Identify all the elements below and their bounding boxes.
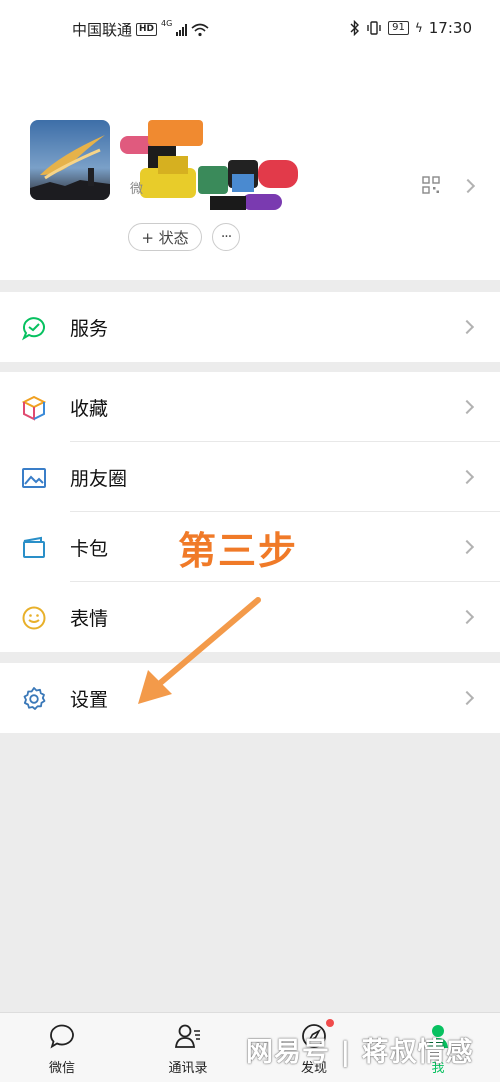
chat-icon: [50, 1024, 74, 1049]
vibrate-icon: [367, 21, 381, 35]
battery-level: 91: [388, 21, 409, 35]
moments-icon: [22, 468, 46, 488]
avatar[interactable]: [30, 120, 110, 200]
annotation-arrow: [138, 597, 261, 704]
more-button[interactable]: ···: [212, 223, 240, 251]
tab-chats[interactable]: 微信: [12, 1013, 112, 1082]
carrier-name: 中国联通: [72, 21, 133, 39]
menu-label-service: 服务: [70, 318, 109, 340]
chevron-right-icon: [459, 399, 475, 415]
menu-item-moments[interactable]: 朋友圈: [0, 442, 500, 512]
notification-dot: [326, 1019, 334, 1027]
chevron-right-icon: [459, 469, 475, 485]
profile-chevron-icon[interactable]: [460, 178, 476, 194]
chevron-right-icon: [459, 690, 475, 706]
qrcode-icon[interactable]: [422, 176, 440, 194]
menu-item-service[interactable]: 服务: [0, 292, 500, 362]
status-bar: 中国联通 HD 4G 91 ϟ 17:30: [0, 0, 500, 60]
service-group: 服务: [0, 292, 500, 362]
tab-label: 通讯录: [168, 1061, 208, 1076]
chevron-right-icon: [459, 609, 475, 625]
signal-icon: [176, 23, 188, 36]
contacts-icon: [174, 1024, 200, 1048]
step-annotation: 第三步: [178, 529, 299, 573]
network-type: 4G: [161, 19, 173, 28]
hd-badge: HD: [136, 23, 158, 36]
menu-label-stickers: 表情: [70, 608, 109, 630]
menu-label-favorites: 收藏: [70, 398, 109, 420]
chevron-right-icon: [459, 539, 475, 555]
status-right: 91 ϟ 17:30: [350, 19, 472, 37]
bluetooth-icon: [350, 20, 360, 36]
watermark: 网易号 | 蒋叔情感: [246, 1037, 474, 1068]
add-status-button[interactable]: + 状态: [128, 223, 202, 251]
favorites-icon: [21, 395, 47, 421]
menu-label-cards: 卡包: [70, 538, 109, 560]
charging-icon: ϟ: [414, 21, 423, 35]
wechat-id-label: 微: [130, 182, 144, 197]
wifi-icon: [191, 23, 209, 36]
menu-label-moments: 朋友圈: [70, 468, 128, 490]
avatar-image: [30, 120, 110, 200]
gear-icon: [23, 687, 46, 710]
status-left: 中国联通 HD 4G: [72, 19, 209, 40]
smiley-icon: [22, 606, 46, 630]
menu-label-settings: 设置: [70, 689, 109, 711]
tab-contacts[interactable]: 通讯录: [138, 1013, 238, 1082]
card-wallet-icon: [23, 536, 45, 558]
clock: 17:30: [428, 19, 472, 37]
menu-item-favorites[interactable]: 收藏: [0, 372, 500, 442]
obscured-nickname: [120, 120, 298, 210]
chevron-right-icon: [459, 319, 475, 335]
service-icon: [21, 317, 45, 341]
tab-label: 微信: [48, 1061, 75, 1076]
profile-header[interactable]: 微 + 状态 ···: [0, 60, 500, 280]
